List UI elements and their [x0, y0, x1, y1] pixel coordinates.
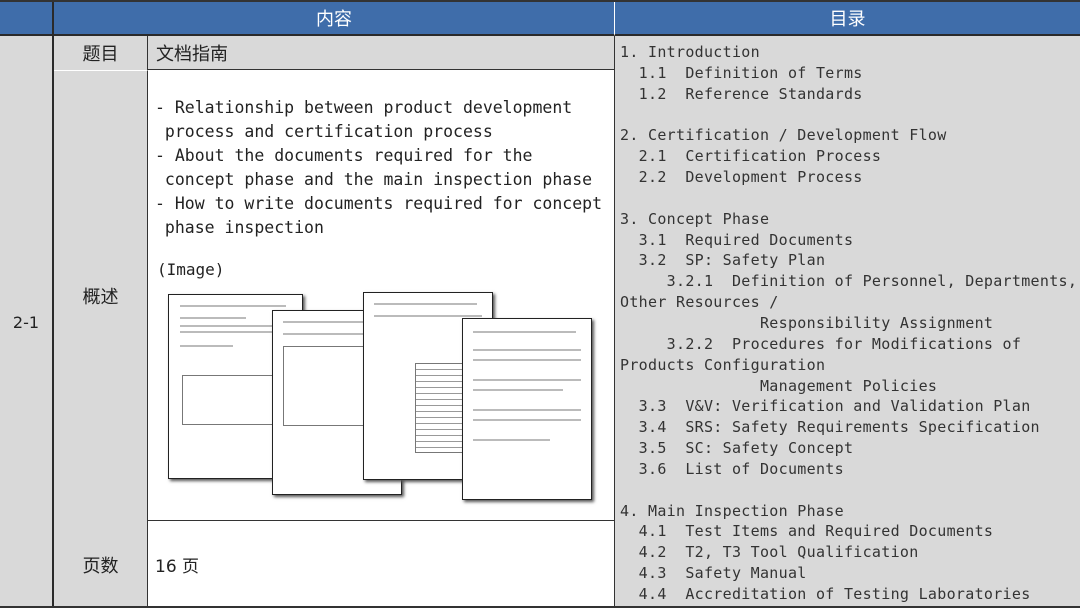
pages-value: 16 页: [155, 557, 200, 577]
pages-value-cell: 16 页: [148, 521, 614, 608]
toc-entry: 4.4 Accreditation of Testing Laboratorie…: [620, 584, 1031, 603]
summary-line: - How to write documents required for co…: [155, 194, 603, 213]
summary-label: 概述: [82, 287, 119, 308]
header-toc: 目录: [614, 2, 1080, 36]
row-id-cell: 2-1: [0, 36, 54, 608]
toc-entry: [620, 480, 1077, 501]
toc-entry: 1.2 Reference Standards: [620, 84, 863, 103]
toc-entry: 4.3 Safety Manual: [620, 564, 807, 583]
table-of-contents: 1. Introduction 1.1 Definition of Terms …: [620, 42, 1077, 605]
summary-line: phase inspection: [155, 218, 324, 237]
toc-entry: 1. Introduction: [620, 43, 760, 61]
toc-entry: 4.1 Test Items and Required Documents: [620, 522, 994, 541]
toc-entry: 2.1 Certification Process: [620, 147, 882, 166]
header-corner: [0, 2, 54, 36]
toc-entry: 3.2 SP: Safety Plan: [620, 251, 826, 270]
title-value: 文档指南: [156, 43, 228, 65]
toc-entry: [620, 188, 1077, 209]
toc-entry: 3.6 List of Documents: [620, 459, 844, 478]
toc-entry: 3.3 V&V: Verification and Validation Pla…: [620, 397, 1031, 416]
header-content: 内容: [54, 2, 614, 36]
toc-entry: 3.5 SC: Safety Concept: [620, 439, 854, 458]
title-label: 题目: [82, 44, 119, 65]
toc-entry: 3.2.2 Procedures for Modifications of: [620, 334, 1022, 353]
toc-entry: Products Configuration: [620, 355, 826, 374]
document-thumbnails-image: [165, 290, 595, 505]
toc-entry: Management Policies: [620, 376, 938, 395]
toc-entry: 2.2 Development Process: [620, 168, 863, 187]
summary-line: - Relationship between product developme…: [155, 98, 573, 117]
row-id: 2-1: [12, 312, 40, 332]
summary-line: process and certification process: [155, 122, 493, 141]
outer-border-bottom: [0, 606, 1080, 608]
toc-entry: 3.2.1 Definition of Personnel, Departmen…: [620, 272, 1078, 291]
toc-entry: Responsibility Assignment: [620, 313, 994, 332]
summary-text: - Relationship between product developme…: [155, 96, 602, 240]
title-label-cell: 题目: [54, 36, 148, 70]
toc-entry: 1.1 Definition of Terms: [620, 63, 863, 82]
summary-line: - About the documents required for the: [155, 146, 533, 165]
thumbnail-page-4: [462, 318, 592, 500]
summary-label-cell: 概述: [54, 70, 148, 521]
title-value-cell: 文档指南: [148, 36, 614, 70]
toc-entry: 3.1 Required Documents: [620, 230, 854, 249]
toc-entry: [620, 105, 1077, 126]
toc-entry: 4.2 T2, T3 Tool Qualification: [620, 543, 919, 562]
image-label: (Image): [157, 260, 225, 279]
toc-entry: 3. Concept Phase: [620, 209, 770, 228]
pages-label-cell: 页数: [54, 521, 148, 608]
toc-entry: 3.4 SRS: Safety Requirements Specificati…: [620, 418, 1040, 437]
toc-entry: 4. Main Inspection Phase: [620, 501, 844, 520]
summary-line: concept phase and the main inspection ph…: [155, 170, 593, 189]
pages-label: 页数: [82, 555, 119, 577]
toc-entry: 2. Certification / Development Flow: [620, 126, 947, 145]
toc-entry: Other Resources /: [620, 293, 779, 312]
